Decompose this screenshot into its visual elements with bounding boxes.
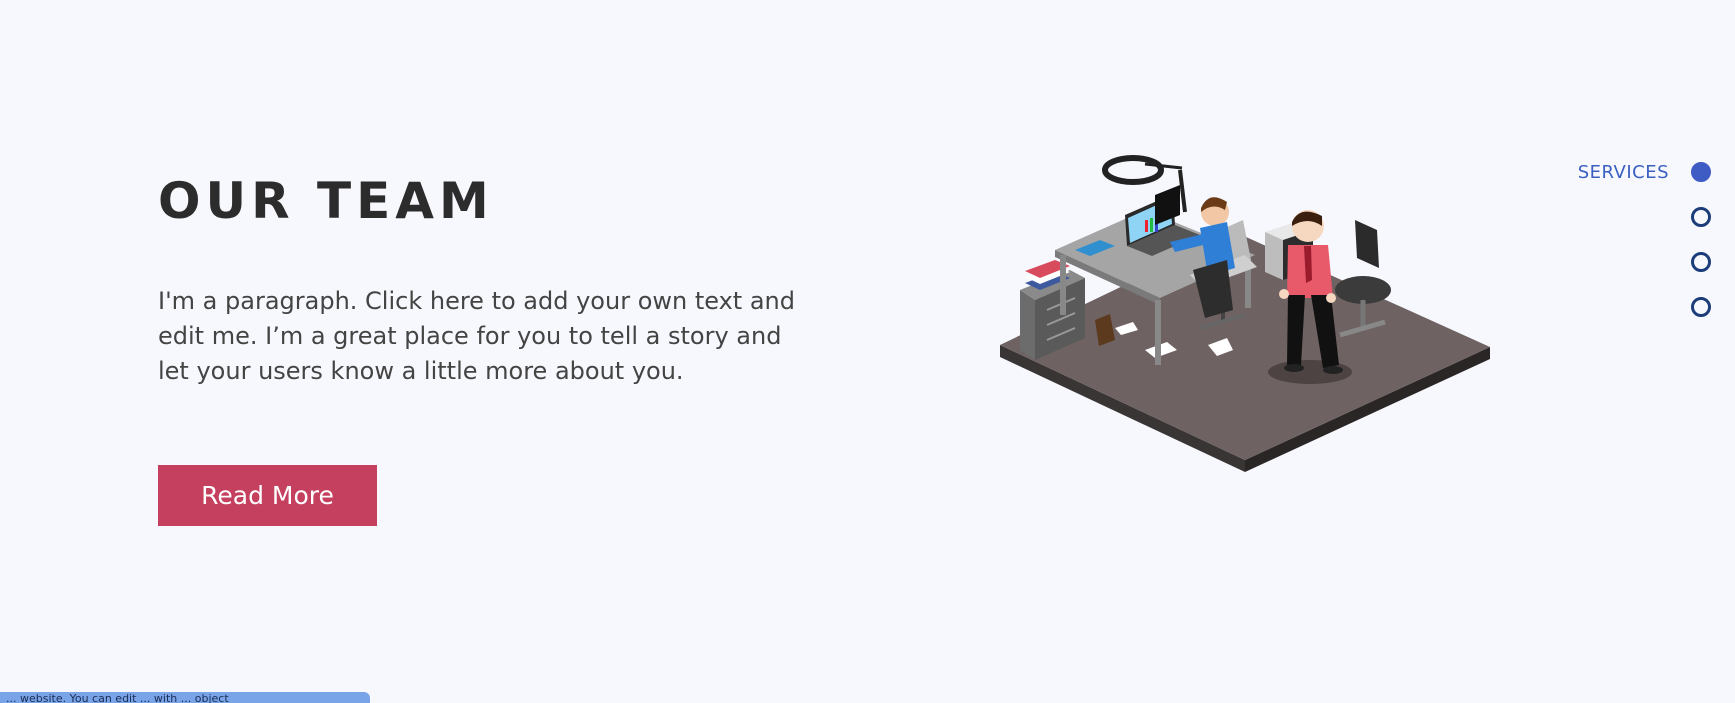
nav-item-3[interactable] <box>1669 250 1711 274</box>
nav-item-2[interactable] <box>1669 205 1711 229</box>
nav-dot[interactable] <box>1691 207 1711 227</box>
status-bar: ... website. You can edit ... with ... o… <box>0 692 370 703</box>
nav-dot[interactable] <box>1691 297 1711 317</box>
office-team-illustration <box>1000 155 1490 472</box>
nav-dot[interactable] <box>1691 252 1711 272</box>
nav-label-services[interactable]: SERVICES <box>1578 162 1669 183</box>
page-title: OUR TEAM <box>158 172 494 230</box>
nav-item-services[interactable]: SERVICES <box>1578 160 1711 184</box>
nav-dot-active[interactable] <box>1691 162 1711 182</box>
nav-item-4[interactable] <box>1669 295 1711 319</box>
read-more-button[interactable]: Read More <box>158 465 377 526</box>
hero-paragraph: I'm a paragraph. Click here to add your … <box>158 287 795 385</box>
